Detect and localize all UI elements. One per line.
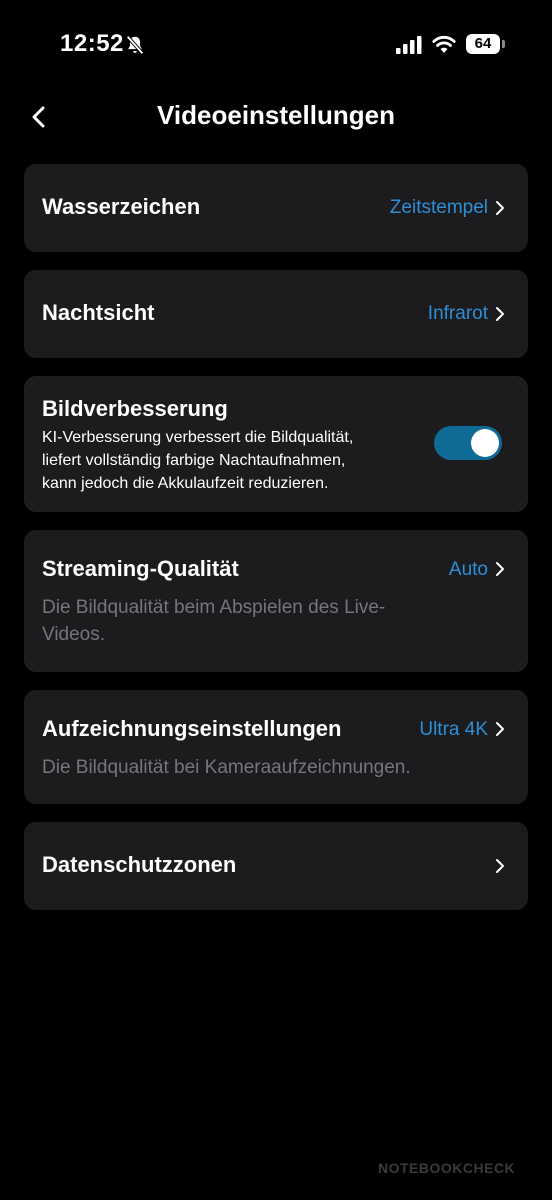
recording-settings-description: Die Bildqualität bei Kameraaufzeichnunge… bbox=[42, 757, 411, 778]
wifi-icon bbox=[432, 35, 456, 53]
chevron-right-icon bbox=[496, 859, 504, 873]
chevron-right-icon bbox=[496, 722, 504, 736]
description-line: liefert vollständig farbige Nachtaufnahm… bbox=[42, 452, 346, 469]
header: Videoeinstellungen bbox=[0, 90, 552, 142]
streaming-quality-setting[interactable]: Streaming-Qualität Auto Die Bildqualität… bbox=[24, 530, 528, 672]
night-vision-value: Infrarot bbox=[427, 303, 488, 324]
watermark-logo: NOTEBOOKCHECK bbox=[378, 1160, 516, 1176]
description-line: Videos. bbox=[42, 624, 106, 645]
streaming-quality-label: Streaming-Qualität bbox=[42, 556, 239, 581]
night-vision-label: Nachtsicht bbox=[42, 300, 155, 325]
description-line: Die Bildqualität beim Abspielen des Live… bbox=[42, 597, 386, 618]
cellular-signal-icon bbox=[396, 36, 422, 54]
image-enhancement-label: Bildverbesserung bbox=[42, 396, 228, 421]
status-bar: 12:52 64 bbox=[0, 0, 552, 90]
toggle-knob bbox=[471, 429, 499, 457]
streaming-quality-description: Die Bildqualität beim Abspielen des Live… bbox=[42, 594, 385, 648]
privacy-zones-label: Datenschutzzonen bbox=[42, 852, 237, 877]
bell-slash-icon bbox=[126, 35, 144, 55]
recording-quality-value: Ultra 4K bbox=[419, 719, 488, 740]
recording-settings-label: Aufzeichnungseinstellungen bbox=[42, 716, 342, 741]
streaming-quality-value: Auto bbox=[448, 559, 488, 580]
recording-settings[interactable]: Aufzeichnungseinstellungen Ultra 4K Die … bbox=[24, 690, 528, 804]
description-line: kann jedoch die Akkulaufzeit reduzieren. bbox=[42, 475, 329, 492]
chevron-right-icon bbox=[496, 201, 504, 215]
battery-level: 64 bbox=[466, 34, 500, 54]
image-enhancement-setting: Bildverbesserung KI-Verbesserung verbess… bbox=[24, 376, 528, 512]
page-title: Videoeinstellungen bbox=[157, 100, 395, 130]
watermark-label: Wasserzeichen bbox=[42, 194, 201, 219]
privacy-zones-setting[interactable]: Datenschutzzonen bbox=[24, 822, 528, 910]
image-enhancement-toggle[interactable] bbox=[434, 426, 502, 460]
watermark-value: Zeitstempel bbox=[389, 197, 488, 218]
night-vision-setting[interactable]: Nachtsicht Infrarot bbox=[24, 270, 528, 358]
status-time: 12:52 bbox=[60, 30, 124, 57]
battery-tip bbox=[502, 40, 505, 48]
chevron-right-icon bbox=[496, 562, 504, 576]
chevron-right-icon bbox=[496, 307, 504, 321]
battery-icon: 64 bbox=[466, 34, 506, 54]
description-line: KI-Verbesserung verbessert die Bildquali… bbox=[42, 429, 354, 446]
watermark-setting[interactable]: Wasserzeichen Zeitstempel bbox=[24, 164, 528, 252]
image-enhancement-description: KI-Verbesserung verbessert die Bildquali… bbox=[42, 426, 353, 495]
